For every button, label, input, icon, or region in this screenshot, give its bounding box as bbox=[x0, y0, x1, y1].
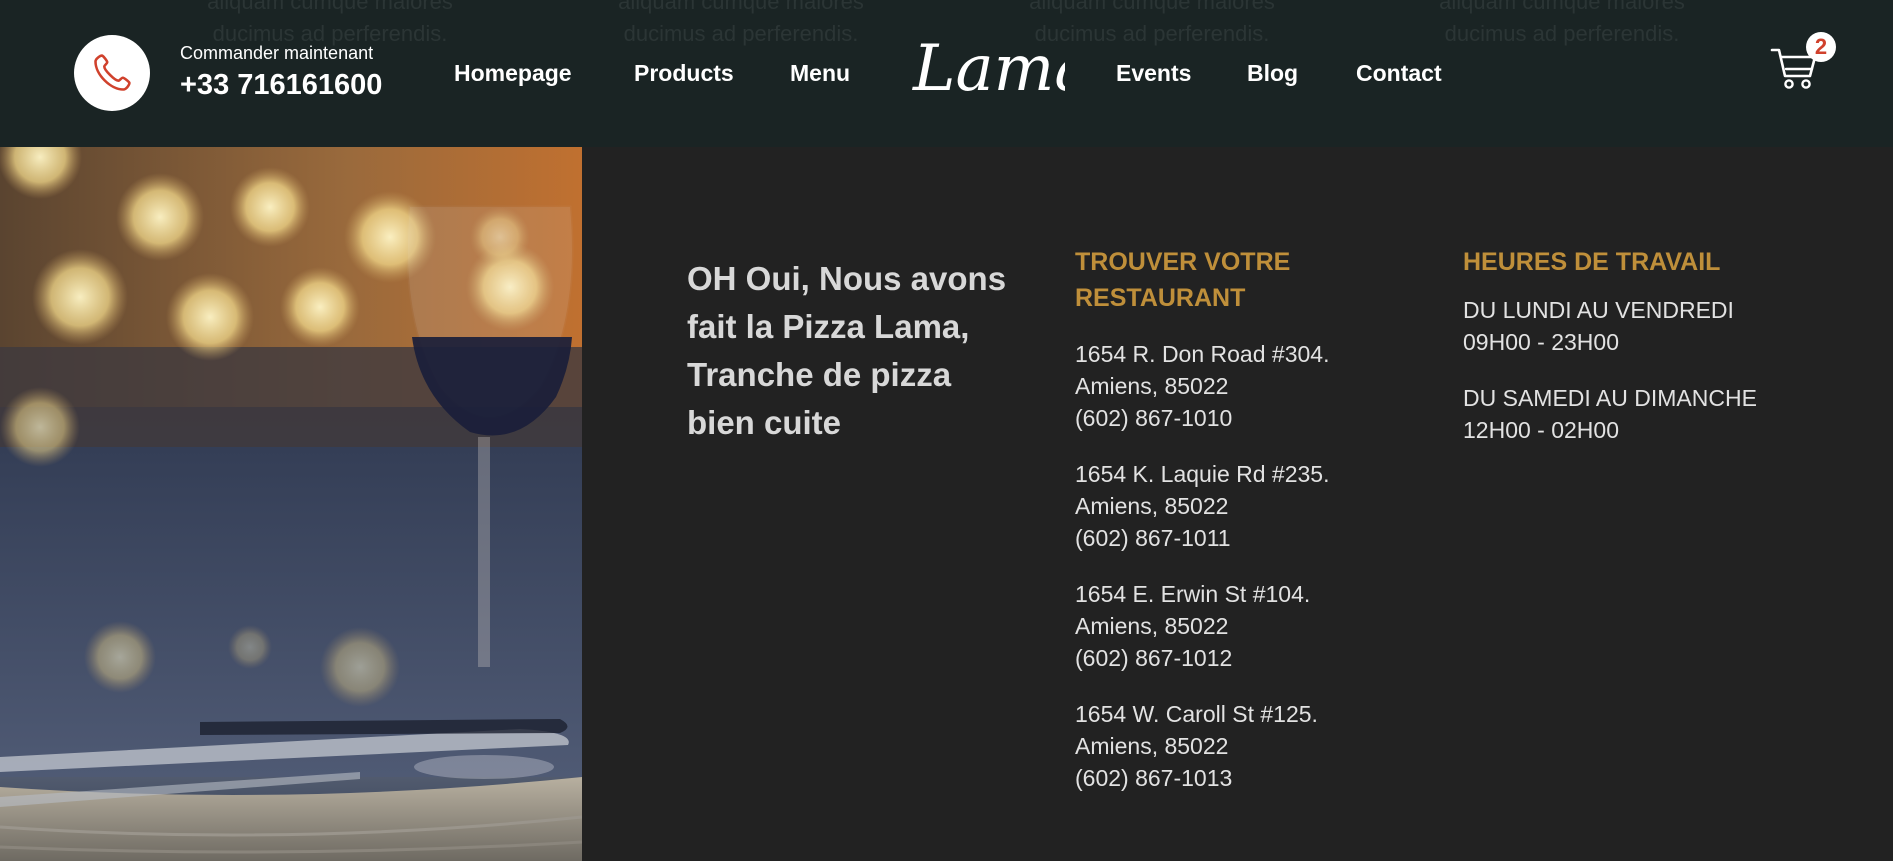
nav-blog[interactable]: Blog bbox=[1247, 58, 1298, 88]
nav-events[interactable]: Events bbox=[1116, 58, 1191, 88]
phone-button[interactable] bbox=[74, 35, 150, 111]
address-phone: (602) 867-1010 bbox=[1075, 405, 1233, 431]
navbar: aliquam cumque maiores ducimus ad perfer… bbox=[0, 0, 1893, 147]
nav-homepage[interactable]: Homepage bbox=[454, 58, 572, 88]
address-city: Amiens, 85022 bbox=[1075, 613, 1229, 639]
address-street: 1654 R. Don Road #304. bbox=[1075, 341, 1330, 367]
hours-time: 09H00 - 23H00 bbox=[1463, 329, 1619, 355]
hours-time: 12H00 - 02H00 bbox=[1463, 417, 1619, 443]
cart-count-badge: 2 bbox=[1806, 32, 1836, 62]
address-street: 1654 W. Caroll St #125. bbox=[1075, 701, 1318, 727]
address-city: Amiens, 85022 bbox=[1075, 733, 1229, 759]
nav-menu[interactable]: Menu bbox=[790, 58, 850, 88]
slogan-heading: OH Oui, Nous avons fait la Pizza Lama, T… bbox=[687, 260, 1007, 441]
restaurant-address: 1654 R. Don Road #304. Amiens, 85022 (60… bbox=[1075, 338, 1395, 434]
hours-days: DU SAMEDI AU DIMANCHE bbox=[1463, 385, 1757, 411]
background-text: aliquam cumque maiores ducimus ad perfer… bbox=[1439, 0, 1685, 46]
address-phone: (602) 867-1011 bbox=[1075, 525, 1231, 551]
find-restaurant-column: TROUVER VOTRE RESTAURANT 1654 R. Don Roa… bbox=[1075, 244, 1395, 818]
lama-logo: Lama bbox=[912, 32, 1093, 106]
hours-entry: DU LUNDI AU VENDREDI 09H00 - 23H00 bbox=[1463, 294, 1803, 358]
address-phone: (602) 867-1013 bbox=[1075, 765, 1233, 791]
find-restaurant-title: TROUVER VOTRE RESTAURANT bbox=[1075, 248, 1291, 312]
address-city: Amiens, 85022 bbox=[1075, 373, 1229, 399]
working-hours-column: HEURES DE TRAVAIL DU LUNDI AU VENDREDI 0… bbox=[1463, 244, 1803, 470]
hours-days: DU LUNDI AU VENDREDI bbox=[1463, 297, 1734, 323]
background-text: aliquam cumque maiores ducimus ad perfer… bbox=[618, 0, 864, 46]
nav-contact[interactable]: Contact bbox=[1356, 58, 1442, 88]
restaurant-list: 1654 R. Don Road #304. Amiens, 85022 (60… bbox=[1075, 338, 1395, 794]
order-info: Commander maintenant +33 716161600 bbox=[180, 42, 382, 104]
order-caption: Commander maintenant bbox=[180, 43, 374, 63]
restaurant-table-photo bbox=[0, 147, 582, 861]
phone-icon bbox=[94, 54, 131, 91]
address-city: Amiens, 85022 bbox=[1075, 493, 1229, 519]
working-hours-title: HEURES DE TRAVAIL bbox=[1463, 248, 1721, 276]
hours-entry: DU SAMEDI AU DIMANCHE 12H00 - 02H00 bbox=[1463, 382, 1803, 446]
logo[interactable]: Lama bbox=[909, 22, 1093, 112]
restaurant-address: 1654 E. Erwin St #104. Amiens, 85022 (60… bbox=[1075, 578, 1395, 674]
order-phone-block: Commander maintenant +33 716161600 bbox=[74, 35, 382, 111]
cart-button[interactable]: 2 bbox=[1770, 30, 1836, 96]
svg-text:Lama: Lama bbox=[912, 32, 1065, 106]
restaurant-address: 1654 K. Laquie Rd #235. Amiens, 85022 (6… bbox=[1075, 458, 1395, 554]
phone-number[interactable]: +33 716161600 bbox=[180, 66, 382, 104]
address-street: 1654 K. Laquie Rd #235. bbox=[1075, 461, 1330, 487]
restaurant-address: 1654 W. Caroll St #125. Amiens, 85022 (6… bbox=[1075, 698, 1395, 794]
nav-products[interactable]: Products bbox=[634, 58, 734, 88]
address-street: 1654 E. Erwin St #104. bbox=[1075, 581, 1311, 607]
hours-list: DU LUNDI AU VENDREDI 09H00 - 23H00 DU SA… bbox=[1463, 294, 1803, 446]
address-phone: (602) 867-1012 bbox=[1075, 645, 1233, 671]
restaurant-info-section: OH Oui, Nous avons fait la Pizza Lama, T… bbox=[582, 147, 1893, 861]
table-setting-image bbox=[0, 147, 582, 861]
